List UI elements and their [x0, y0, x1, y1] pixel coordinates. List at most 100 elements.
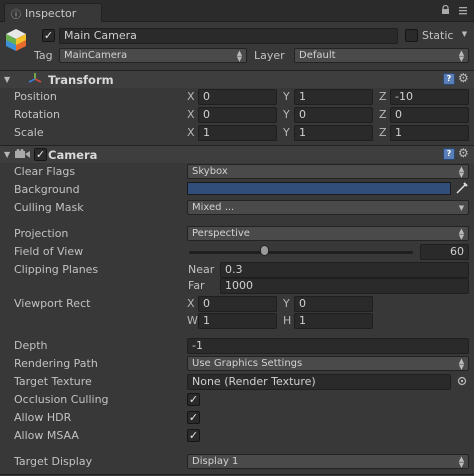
- camera-icon: [15, 149, 31, 163]
- layer-value: Default: [299, 50, 336, 61]
- viewport-y-field[interactable]: 0: [294, 296, 373, 312]
- viewport-x-label: X: [187, 297, 195, 310]
- scale-y-field[interactable]: 1: [294, 125, 373, 141]
- static-label: Static: [422, 29, 454, 42]
- tab-inspector[interactable]: ⓘ Inspector: [4, 3, 102, 22]
- camera-title: Camera: [48, 148, 98, 162]
- rotation-x-field[interactable]: 0: [198, 107, 277, 123]
- layer-dropdown[interactable]: Default ▲ ▼: [294, 48, 469, 63]
- axis-x-label: X: [187, 126, 195, 139]
- position-y-field[interactable]: 1: [294, 89, 373, 105]
- dropdown-arrow-icon: ▼: [458, 204, 465, 212]
- background-label: Background: [14, 183, 80, 196]
- axis-y-label: Y: [283, 90, 290, 103]
- target-texture-field[interactable]: None (Render Texture): [187, 374, 451, 390]
- rendering-path-dropdown[interactable]: Use Graphics Settings ▲ ▼: [187, 356, 469, 371]
- target-texture-label: Target Texture: [14, 375, 92, 388]
- axis-x-label: X: [187, 108, 195, 121]
- far-field[interactable]: 1000: [220, 278, 469, 294]
- updown-icon: ▲ ▼: [458, 455, 465, 469]
- updown-icon: ▲ ▼: [458, 357, 465, 371]
- help-book-icon[interactable]: ?: [443, 148, 455, 160]
- axis-y-label: Y: [283, 126, 290, 139]
- viewport-w-field[interactable]: 1: [198, 313, 277, 329]
- projection-dropdown[interactable]: Perspective ▲ ▼: [187, 226, 469, 241]
- rotation-label: Rotation: [14, 108, 61, 121]
- lock-icon[interactable]: [441, 4, 450, 14]
- axis-x-label: X: [187, 90, 195, 103]
- culling-mask-label: Culling Mask: [14, 201, 84, 214]
- updown-icon: ▲ ▼: [458, 227, 465, 241]
- clear-flags-label: Clear Flags: [14, 165, 76, 178]
- viewport-h-field[interactable]: 1: [294, 313, 373, 329]
- viewport-h-label: H: [283, 314, 292, 327]
- position-z-field[interactable]: -10: [390, 89, 469, 105]
- culling-mask-dropdown[interactable]: Mixed ... ▼: [187, 200, 469, 215]
- updown-icon: ▲ ▼: [458, 165, 465, 179]
- axis-z-label: Z: [379, 108, 387, 121]
- rotation-z-field[interactable]: 0: [390, 107, 469, 123]
- tag-value: MainCamera: [64, 50, 128, 61]
- inspector-icon: ⓘ: [11, 10, 21, 21]
- static-checkbox[interactable]: [405, 29, 418, 42]
- updown-icon: ▲ ▼: [236, 49, 243, 63]
- allow-hdr-checkbox[interactable]: ✓: [187, 411, 200, 424]
- axis-y-label: Y: [283, 108, 290, 121]
- viewport-x-field[interactable]: 0: [198, 296, 277, 312]
- target-display-label: Target Display: [14, 455, 93, 468]
- target-display-dropdown[interactable]: Display 1 ▲ ▼: [187, 454, 469, 469]
- position-x-field[interactable]: 0: [198, 89, 277, 105]
- depth-field[interactable]: -1: [187, 338, 469, 354]
- object-name-field[interactable]: Main Camera: [59, 28, 398, 44]
- gameobject-icon: [4, 27, 28, 56]
- settings-gear-icon[interactable]: ⚙: [458, 147, 469, 159]
- viewport-rect-label: Viewport Rect: [14, 297, 91, 310]
- camera-foldout-icon[interactable]: ▼: [4, 150, 10, 159]
- projection-value: Perspective: [192, 228, 250, 239]
- occlusion-culling-checkbox[interactable]: ✓: [187, 393, 200, 406]
- viewport-y-label: Y: [283, 297, 290, 310]
- axis-z-label: Z: [379, 90, 387, 103]
- transform-title: Transform: [48, 73, 114, 87]
- camera-enabled-checkbox[interactable]: ✓: [34, 148, 47, 161]
- target-display-value: Display 1: [192, 456, 239, 467]
- fov-slider-track[interactable]: [189, 251, 413, 254]
- position-label: Position: [14, 90, 57, 103]
- scale-z-field[interactable]: 1: [390, 125, 469, 141]
- rendering-path-value: Use Graphics Settings: [192, 358, 303, 369]
- allow-msaa-checkbox[interactable]: ✓: [187, 429, 200, 442]
- fov-label: Field of View: [14, 245, 84, 258]
- static-dropdown[interactable]: ▼: [456, 28, 470, 43]
- active-checkbox[interactable]: ✓: [42, 29, 55, 42]
- bottom-divider: [0, 474, 474, 475]
- viewport-w-label: W: [187, 314, 198, 327]
- culling-mask-value: Mixed ...: [192, 202, 235, 213]
- fov-value-field[interactable]: 60: [420, 244, 469, 260]
- background-color-swatch[interactable]: [187, 182, 451, 195]
- clear-flags-value: Skybox: [192, 166, 228, 177]
- scale-label: Scale: [14, 126, 44, 139]
- rotation-y-field[interactable]: 0: [294, 107, 373, 123]
- allow-msaa-label: Allow MSAA: [14, 429, 79, 442]
- depth-label: Depth: [14, 339, 48, 352]
- tab-bar: ⓘ Inspector: [0, 0, 474, 22]
- transform-foldout-icon[interactable]: ▼: [4, 75, 10, 84]
- axis-z-label: Z: [379, 126, 387, 139]
- settings-gear-icon[interactable]: ⚙: [458, 72, 469, 84]
- eyedropper-icon[interactable]: [455, 181, 469, 198]
- projection-label: Projection: [14, 227, 69, 240]
- clipping-planes-label: Clipping Planes: [14, 263, 99, 276]
- updown-icon: ▲ ▼: [458, 49, 465, 63]
- scale-x-field[interactable]: 1: [198, 125, 277, 141]
- tab-inspector-label: Inspector: [25, 7, 77, 20]
- near-field[interactable]: 0.3: [220, 262, 469, 278]
- tag-dropdown[interactable]: MainCamera ▲ ▼: [59, 48, 247, 63]
- rendering-path-label: Rendering Path: [14, 357, 98, 370]
- object-picker-icon[interactable]: [457, 376, 467, 389]
- tab-menu-icon[interactable]: [458, 5, 468, 18]
- clear-flags-dropdown[interactable]: Skybox ▲ ▼: [187, 164, 469, 179]
- far-label: Far: [188, 279, 205, 292]
- fov-slider-thumb[interactable]: [259, 245, 269, 256]
- layer-label: Layer: [254, 49, 285, 62]
- help-book-icon[interactable]: ?: [443, 73, 455, 85]
